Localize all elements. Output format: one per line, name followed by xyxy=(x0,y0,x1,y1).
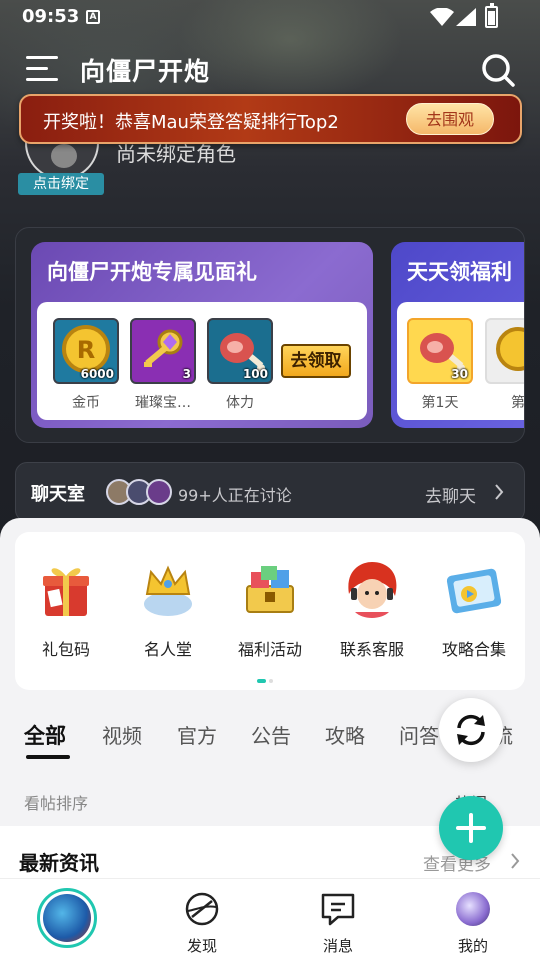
sim-badge-icon: A xyxy=(86,10,100,24)
news-title: 最新资讯 xyxy=(19,851,99,875)
page-title: 向僵尸开炮 xyxy=(80,57,211,86)
quick-actions-card: 礼包码 名人堂 福利活动 联系客服 攻略合集 xyxy=(15,532,525,690)
gold-coin-icon xyxy=(485,318,524,384)
quick-item-label: 名人堂 xyxy=(143,640,192,659)
refresh-icon xyxy=(457,714,485,746)
status-bar: 09:53 A xyxy=(0,0,540,34)
banner-view-button[interactable]: 去围观 xyxy=(406,103,494,135)
signal-icon xyxy=(456,8,476,26)
status-time: 09:53 xyxy=(22,6,80,27)
create-post-button[interactable] xyxy=(439,796,503,860)
reward-item[interactable]: 3 璀璨宝… xyxy=(130,318,196,412)
claim-gift-button[interactable]: 去领取 xyxy=(281,344,351,378)
crown-icon xyxy=(144,565,192,616)
reward-qty: 100 xyxy=(242,367,268,381)
nav-label: 我的 xyxy=(457,937,488,955)
quick-item-label: 礼包码 xyxy=(41,640,90,659)
compass-icon xyxy=(185,892,219,926)
treasure-chest-icon xyxy=(246,566,294,613)
tab-guide[interactable]: 攻略 xyxy=(325,720,365,749)
gold-coin-icon: R 6000 xyxy=(53,318,119,384)
nav-messages[interactable]: 消息 xyxy=(288,879,388,960)
quick-item-welfare[interactable]: 福利活动 xyxy=(225,560,315,660)
battery-icon xyxy=(485,3,498,28)
svg-text:R: R xyxy=(77,336,95,364)
quick-item-label: 联系客服 xyxy=(339,640,404,659)
tab-official[interactable]: 官方 xyxy=(177,720,217,749)
tab-all[interactable]: 全部 xyxy=(24,720,66,750)
reward-item[interactable]: R 6000 金币 xyxy=(53,318,119,412)
quick-item-label: 攻略合集 xyxy=(441,640,506,659)
reward-label: 第1天 xyxy=(421,395,459,411)
reward-item[interactable]: 100 体力 xyxy=(207,318,273,412)
tab-video[interactable]: 视频 xyxy=(102,720,142,749)
reward-label: 璀璨宝… xyxy=(135,395,191,411)
reward-label: 第 xyxy=(511,395,525,411)
quick-item-guides[interactable]: 攻略合集 xyxy=(429,560,519,660)
reward-qty: 6000 xyxy=(80,367,114,381)
chat-room-bar[interactable]: 聊天室 99+人正在讨论 去聊天 xyxy=(15,462,525,522)
chat-avatars xyxy=(106,479,176,505)
gift-card-title: 天天领福利 xyxy=(407,260,512,284)
carousel-dots xyxy=(257,668,276,687)
quick-item-label: 福利活动 xyxy=(237,640,302,659)
message-icon xyxy=(321,893,355,926)
guide-folder-icon xyxy=(446,568,502,614)
banner-text: 开奖啦！恭喜Mau荣登答疑排行Top2 xyxy=(43,112,339,133)
wifi-icon xyxy=(430,8,454,26)
reward-label: 体力 xyxy=(226,395,254,411)
quick-item-support[interactable]: 联系客服 xyxy=(327,560,417,660)
chat-title: 聊天室 xyxy=(31,484,85,505)
quick-item-gift-code[interactable]: 礼包码 xyxy=(21,560,111,660)
gift-card-title: 向僵尸开炮专属见面礼 xyxy=(47,260,257,284)
nav-discover[interactable]: 发现 xyxy=(152,879,252,960)
tab-notice[interactable]: 公告 xyxy=(251,720,291,749)
bind-role-button[interactable]: 点击绑定 xyxy=(18,173,104,195)
active-tab-indicator xyxy=(26,755,70,759)
nav-label: 发现 xyxy=(186,937,217,955)
reward-item[interactable]: 30 第1天 xyxy=(407,318,473,412)
reward-item[interactable]: 第 xyxy=(485,318,525,412)
daily-welfare-card[interactable]: 天天领福利 30 第1天 第 xyxy=(391,242,525,428)
tab-qa[interactable]: 问答 xyxy=(399,720,439,749)
reward-label: 金币 xyxy=(72,395,100,411)
gift-card-body: 30 第1天 第 xyxy=(397,302,525,420)
gift-card-body: R 6000 金币 3 璀璨宝… 100 体力 去领取 xyxy=(37,302,367,420)
gift-box-icon xyxy=(43,568,89,616)
nav-label: 消息 xyxy=(322,937,353,955)
chevron-right-icon xyxy=(511,853,520,869)
user-avatar-icon[interactable] xyxy=(456,892,490,926)
avatar xyxy=(146,479,172,505)
search-icon[interactable] xyxy=(480,52,516,88)
meat-leg-icon: 100 xyxy=(207,318,273,384)
announcement-banner[interactable]: 开奖啦！恭喜Mau荣登答疑排行Top2 去围观 xyxy=(19,94,522,144)
game-avatar-icon[interactable] xyxy=(37,888,97,948)
reward-qty: 3 xyxy=(182,367,191,381)
meat-leg-icon: 30 xyxy=(407,318,473,384)
chevron-right-icon xyxy=(495,484,504,500)
support-agent-icon xyxy=(348,562,397,618)
reward-qty: 30 xyxy=(451,367,468,381)
go-chat-link[interactable]: 去聊天 xyxy=(425,482,476,507)
gift-panel: 向僵尸开炮专属见面礼 R 6000 金币 3 璀璨宝… 100 体力 去领取 天… xyxy=(15,227,525,443)
welcome-gift-card[interactable]: 向僵尸开炮专属见面礼 R 6000 金币 3 璀璨宝… 100 体力 去领取 xyxy=(31,242,373,428)
gem-key-icon: 3 xyxy=(130,318,196,384)
sort-label: 看帖排序 xyxy=(24,794,89,813)
chat-count-text: 99+人正在讨论 xyxy=(178,486,292,505)
refresh-button[interactable] xyxy=(439,698,503,762)
quick-item-hall-of-fame[interactable]: 名人堂 xyxy=(123,560,213,660)
menu-icon[interactable] xyxy=(26,56,58,82)
